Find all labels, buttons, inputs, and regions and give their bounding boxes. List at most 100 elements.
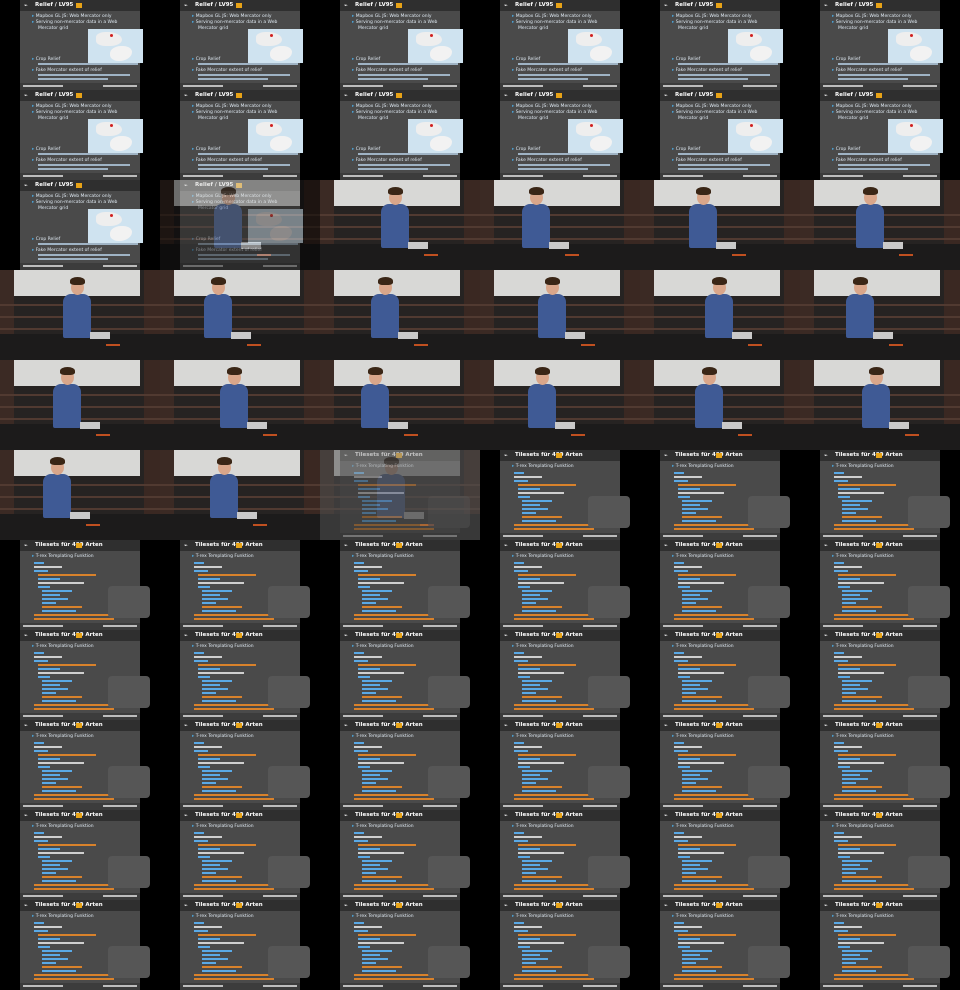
grid-cell[interactable]: ⌁ Tilesets für 420 Arten T-rex Templating … bbox=[160, 630, 320, 720]
grid-cell[interactable]: ⌁ Tilesets für 420 Arten T-rex Templating … bbox=[480, 810, 640, 900]
grid-cell[interactable]: ⌁ Tilesets für 420 Arten T-rex Templating … bbox=[480, 450, 640, 540]
grid-cell[interactable] bbox=[640, 180, 800, 270]
thumbnail bbox=[480, 180, 640, 270]
code-line bbox=[682, 782, 696, 784]
grid-cell[interactable]: ⌁ Tilesets für 420 Arten T-rex Templating … bbox=[320, 900, 480, 990]
grid-cell[interactable] bbox=[0, 450, 160, 540]
grid-cell[interactable]: ⌁ Tilesets für 420 Arten T-rex Templating … bbox=[800, 450, 960, 540]
logo-icon: ⌁ bbox=[344, 902, 348, 909]
grid-cell[interactable] bbox=[160, 270, 320, 360]
grid-cell[interactable]: ⌁ Tilesets für 420 Arten T-rex Templating … bbox=[800, 810, 960, 900]
grid-cell[interactable] bbox=[160, 360, 320, 450]
slide-title: Relief / LV95 bbox=[35, 182, 74, 188]
grid-cell[interactable]: ⌁ Tilesets für 420 Arten T-rex Templating … bbox=[480, 720, 640, 810]
grid-cell[interactable] bbox=[480, 180, 640, 270]
grid-cell[interactable]: ⌁ Tilesets für 420 Arten T-rex Templating … bbox=[640, 450, 800, 540]
code-line bbox=[42, 598, 68, 600]
flag-icon bbox=[876, 633, 882, 638]
grid-cell[interactable]: ⌁ Tilesets für 420 Arten T-rex Templating … bbox=[320, 720, 480, 810]
footer-right-text bbox=[583, 895, 617, 897]
grid-cell[interactable]: ⌁ Tilesets für 420 Arten T-rex Templating … bbox=[640, 720, 800, 810]
grid-cell[interactable]: ⌁ Tilesets für 420 Arten T-rex Templating … bbox=[320, 450, 480, 540]
grid-cell[interactable] bbox=[480, 270, 640, 360]
code-line bbox=[202, 782, 216, 784]
grid-cell[interactable]: ⌁ Tilesets für 420 Arten T-rex Templating … bbox=[640, 540, 800, 630]
grid-cell[interactable] bbox=[800, 180, 960, 270]
thumbnail: ⌁ Tilesets für 420 Arten T-rex Templating … bbox=[660, 900, 790, 990]
grid-cell[interactable]: ⌁ Tilesets für 420 Arten T-rex Templating … bbox=[640, 900, 800, 990]
code-line bbox=[682, 872, 696, 874]
grid-cell[interactable]: ⌁ Tilesets für 420 Arten T-rex Templating … bbox=[160, 540, 320, 630]
slide-title: Tilesets für 420 Arten bbox=[355, 902, 423, 908]
slide-title-bar: ⌁ Relief / LV95 bbox=[820, 0, 940, 11]
grid-cell[interactable]: ⌁Relief / LV95Mapbox GL JS: Web Mercator… bbox=[800, 0, 960, 90]
grid-cell[interactable]: ⌁ Tilesets für 420 Arten T-rex Templating … bbox=[160, 810, 320, 900]
code-line bbox=[38, 942, 84, 944]
grid-cell[interactable]: ⌁ Tilesets für 420 Arten T-rex Templating … bbox=[800, 540, 960, 630]
grid-cell[interactable]: ⌁ Tilesets für 420 Arten T-rex Templating … bbox=[640, 810, 800, 900]
grid-cell[interactable]: ⌁ Tilesets für 420 Arten T-rex Templating … bbox=[160, 720, 320, 810]
grid-cell[interactable]: ⌁ Tilesets für 420 Arten T-rex Templating … bbox=[320, 630, 480, 720]
thumbnail-grid: ⌁ Relief / LV95 Mapbox GL JS: Web Mercator… bbox=[0, 0, 960, 990]
code-line bbox=[362, 684, 380, 686]
wall-stripe bbox=[800, 304, 960, 306]
grid-cell[interactable]: ⌁Relief / LV95Mapbox GL JS: Web Mercator… bbox=[160, 180, 320, 270]
grid-cell[interactable]: ⌁ Tilesets für 420 Arten T-rex Templating … bbox=[0, 630, 160, 720]
grid-cell[interactable] bbox=[320, 180, 480, 270]
grid-cell[interactable] bbox=[480, 360, 640, 450]
grid-cell[interactable]: ⌁Relief / LV95Mapbox GL JS: Web Mercator… bbox=[0, 0, 160, 90]
grid-cell[interactable]: ⌁Relief / LV95Mapbox GL JS: Web Mercator… bbox=[800, 90, 960, 180]
grid-cell[interactable] bbox=[800, 270, 960, 360]
grid-cell[interactable]: ⌁ Tilesets für 420 Arten T-rex Templating … bbox=[480, 630, 640, 720]
camera-shot bbox=[640, 270, 800, 360]
grid-cell[interactable]: ⌁ Tilesets für 420 Arten T-rex Templating … bbox=[480, 540, 640, 630]
flag-icon bbox=[396, 3, 402, 8]
grid-cell[interactable] bbox=[640, 270, 800, 360]
grid-cell[interactable]: ⌁Relief / LV95Mapbox GL JS: Web Mercator… bbox=[160, 90, 320, 180]
grid-cell[interactable] bbox=[320, 270, 480, 360]
grid-cell[interactable]: ⌁ Tilesets für 420 Arten T-rex Templating … bbox=[320, 810, 480, 900]
grid-cell[interactable]: ⌁Relief / LV95Mapbox GL JS: Web Mercator… bbox=[0, 180, 160, 270]
logo-icon: ⌁ bbox=[344, 812, 348, 819]
code-line bbox=[38, 254, 130, 256]
grid-cell[interactable]: ⌁ Tilesets für 420 Arten T-rex Templating … bbox=[0, 900, 160, 990]
grid-cell[interactable]: ⌁Relief / LV95Mapbox GL JS: Web Mercator… bbox=[480, 90, 640, 180]
slide-tileset: ⌁ Tilesets für 420 Arten T-rex Templating … bbox=[660, 450, 790, 540]
grid-cell[interactable] bbox=[800, 360, 960, 450]
grid-cell[interactable] bbox=[0, 360, 160, 450]
grid-cell[interactable]: ⌁ Tilesets für 420 Arten T-rex Templating … bbox=[480, 900, 640, 990]
code-line bbox=[354, 798, 434, 800]
grid-cell[interactable]: ⌁Relief / LV95Mapbox GL JS: Web Mercator… bbox=[320, 90, 480, 180]
grid-cell[interactable]: ⌁ Tilesets für 420 Arten T-rex Templating … bbox=[800, 900, 960, 990]
grid-cell[interactable] bbox=[320, 360, 480, 450]
thumbnail bbox=[160, 360, 320, 450]
code-line bbox=[518, 934, 576, 936]
grid-cell[interactable]: ⌁ Tilesets für 420 Arten T-rex Templating … bbox=[0, 810, 160, 900]
grid-cell[interactable]: ⌁ Tilesets für 420 Arten T-rex Templating … bbox=[0, 720, 160, 810]
grid-cell[interactable]: ⌁ Tilesets für 420 Arten T-rex Templating … bbox=[640, 630, 800, 720]
grid-cell[interactable]: ⌁ Tilesets für 420 Arten T-rex Templating … bbox=[320, 540, 480, 630]
grid-cell[interactable]: ⌁Relief / LV95Mapbox GL JS: Web Mercator… bbox=[480, 0, 640, 90]
grid-cell[interactable]: ⌁Relief / LV95Mapbox GL JS: Web Mercator… bbox=[640, 0, 800, 90]
grid-cell[interactable] bbox=[640, 360, 800, 450]
footer-right-text bbox=[423, 175, 457, 177]
grid-cell[interactable]: ⌁Relief / LV95Mapbox GL JS: Web Mercator… bbox=[0, 90, 160, 180]
thumbnail: ⌁ Tilesets für 420 Arten T-rex Templating … bbox=[820, 540, 950, 630]
grid-cell[interactable]: ⌁Relief / LV95Mapbox GL JS: Web Mercator… bbox=[320, 0, 480, 90]
code-line bbox=[522, 954, 540, 956]
laptop bbox=[716, 242, 736, 249]
code-line bbox=[354, 978, 434, 980]
code-line bbox=[838, 582, 884, 584]
grid-cell[interactable]: ⌁ Tilesets für 420 Arten T-rex Templating … bbox=[800, 630, 960, 720]
grid-cell[interactable] bbox=[0, 270, 160, 360]
grid-cell[interactable]: ⌁ Tilesets für 420 Arten T-rex Templating … bbox=[0, 540, 160, 630]
grid-cell[interactable]: ⌁ Tilesets für 420 Arten T-rex Templating … bbox=[800, 720, 960, 810]
slide-tileset: ⌁ Tilesets für 420 Arten T-rex Templating … bbox=[340, 630, 470, 720]
code-line bbox=[834, 742, 844, 744]
grid-cell[interactable]: ⌁Relief / LV95Mapbox GL JS: Web Mercator… bbox=[640, 90, 800, 180]
grid-cell[interactable]: ⌁Relief / LV95Mapbox GL JS: Web Mercator… bbox=[160, 0, 320, 90]
code-line bbox=[42, 610, 76, 612]
footer-right-text bbox=[903, 535, 937, 537]
grid-cell[interactable] bbox=[160, 450, 320, 540]
grid-cell[interactable]: ⌁ Tilesets für 420 Arten T-rex Templating … bbox=[160, 900, 320, 990]
